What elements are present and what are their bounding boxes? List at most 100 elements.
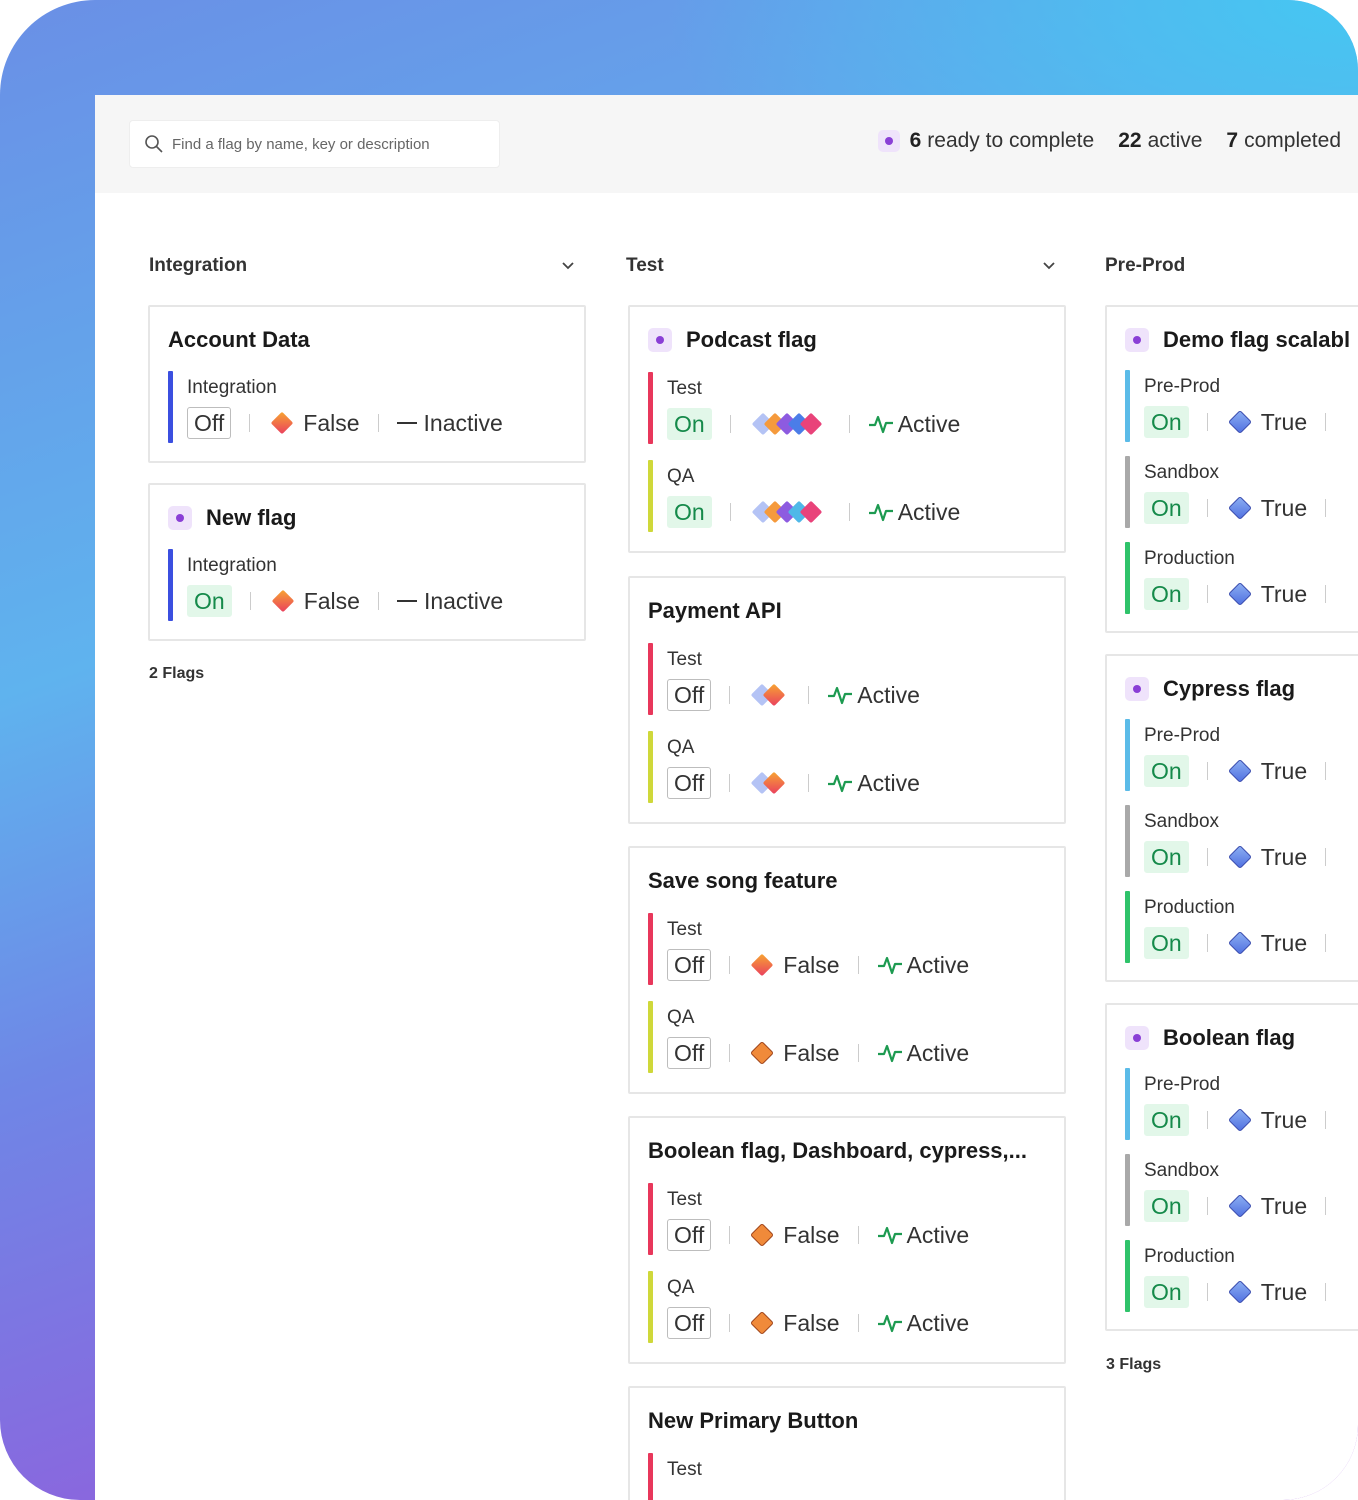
stat-ready[interactable]: 6 ready to complete <box>877 129 1094 153</box>
false-variation-icon <box>751 1042 774 1064</box>
env-qa: QA Off False Active <box>648 1001 1064 1073</box>
toggle-state[interactable]: On <box>1144 492 1189 524</box>
true-variation-icon <box>1228 846 1251 868</box>
chevron-down-icon[interactable] <box>1042 261 1056 271</box>
inactive-dash-icon <box>396 422 417 424</box>
flag-card[interactable]: Boolean flag, Dashboard, cypress,... Tes… <box>628 1116 1066 1364</box>
stat-completed[interactable]: 7 completed <box>1226 129 1341 153</box>
top-bar: 6ready to complete 22active 7completed <box>95 95 1358 193</box>
env-preprod: Pre-Prod On True <box>1125 719 1358 791</box>
multi-variation-icon <box>752 501 822 523</box>
flag-card[interactable]: Cypress flag Pre-Prod On True Sandbox On T… <box>1105 654 1358 982</box>
search-input[interactable] <box>172 135 472 153</box>
env-test: Test Off Active <box>648 643 1064 715</box>
env-sandbox: Sandbox On True <box>1125 456 1358 528</box>
search-icon <box>145 135 163 153</box>
two-variation-icon <box>751 772 785 794</box>
activity-pulse-icon <box>877 1226 902 1245</box>
true-variation-icon <box>1228 760 1251 782</box>
flag-card[interactable]: Save song feature Test Off False Active … <box>628 846 1066 1094</box>
flag-card[interactable]: Boolean flag Pre-Prod On True Sandbox On T… <box>1105 1003 1358 1331</box>
true-variation-icon <box>1228 583 1251 605</box>
false-variation-icon <box>272 590 294 612</box>
flag-card[interactable]: Payment API Test Off Active QA Off Activ… <box>628 576 1066 824</box>
env-sandbox: Sandbox On True <box>1125 805 1358 877</box>
activity-pulse-icon <box>877 1314 902 1333</box>
toggle-state[interactable]: On <box>187 585 232 617</box>
flag-title: New flag <box>206 505 297 530</box>
env-sandbox: Sandbox On True <box>1125 1154 1358 1226</box>
flag-title: Podcast flag <box>686 327 817 352</box>
column-header-integration[interactable]: Integration <box>149 255 575 277</box>
flag-title: Demo flag scalabl <box>1163 327 1351 352</box>
toggle-state[interactable]: On <box>1144 406 1189 438</box>
toggle-state[interactable]: Off <box>667 949 712 981</box>
env-qa: QA Off False Active <box>648 1271 1064 1343</box>
flag-card[interactable]: Account Data Integration Off False Inact… <box>148 305 586 463</box>
ready-dot-icon <box>1125 677 1149 701</box>
activity-pulse-icon <box>877 1044 902 1063</box>
true-variation-icon <box>1228 411 1251 433</box>
stat-active[interactable]: 22 active <box>1118 129 1202 153</box>
ready-dot-icon <box>168 506 192 530</box>
ready-dot-icon <box>1125 328 1149 352</box>
true-variation-icon <box>1228 932 1251 954</box>
true-variation-icon <box>1228 497 1251 519</box>
true-variation-icon <box>1228 1109 1251 1131</box>
activity-pulse-icon <box>868 503 893 522</box>
flag-count: 3 Flags <box>1106 1356 1162 1373</box>
toggle-state[interactable]: On <box>667 408 712 440</box>
true-variation-icon <box>1228 1195 1251 1217</box>
toggle-state[interactable]: Off <box>187 407 232 439</box>
false-variation-icon <box>751 954 773 976</box>
toggle-state[interactable]: Off <box>667 679 712 711</box>
toggle-state[interactable]: On <box>1144 1190 1189 1222</box>
gradient-backdrop: 6ready to complete 22active 7completed I… <box>0 0 1358 1500</box>
activity-pulse-icon <box>868 415 893 434</box>
false-variation-icon <box>271 412 293 434</box>
toggle-state[interactable]: Off <box>667 1219 712 1251</box>
toggle-state[interactable]: On <box>1144 927 1189 959</box>
column-header-test[interactable]: Test <box>626 255 1056 277</box>
toggle-state[interactable]: On <box>667 496 712 528</box>
flag-title: Payment API <box>648 598 782 623</box>
inactive-dash-icon <box>396 600 417 602</box>
toggle-state[interactable]: On <box>1144 1104 1189 1136</box>
toggle-state[interactable]: Off <box>667 1307 712 1339</box>
toggle-state[interactable]: Off <box>667 767 712 799</box>
toggle-state[interactable]: On <box>1144 578 1189 610</box>
flag-title: Account Data <box>168 327 310 352</box>
toggle-state[interactable]: On <box>1144 1276 1189 1308</box>
search-box[interactable] <box>129 120 500 168</box>
flag-card[interactable]: Demo flag scalabl Pre-Prod On True Sandbo… <box>1105 305 1358 633</box>
ready-dot-icon <box>648 328 672 352</box>
flag-title: Cypress flag <box>1163 676 1296 701</box>
flag-stats: 6 ready to complete 22 active 7 completed <box>877 129 1341 153</box>
flag-title: Save song feature <box>648 868 838 893</box>
env-integration: Integration On False Inactive <box>168 549 584 621</box>
toggle-state[interactable]: Off <box>667 1037 712 1069</box>
flag-count: 2 Flags <box>149 665 205 682</box>
flag-board-app: 6ready to complete 22active 7completed I… <box>95 95 1358 1500</box>
env-test: Test Off False Active <box>648 1183 1064 1255</box>
env-test: Test Off False Active <box>648 913 1064 985</box>
env-preprod: Pre-Prod On True <box>1125 370 1358 442</box>
toggle-state[interactable]: On <box>1144 755 1189 787</box>
env-test: Test On Active <box>648 372 1064 444</box>
flag-card[interactable]: Podcast flag Test On Active QA On Active <box>628 305 1066 553</box>
two-variation-icon <box>751 684 785 706</box>
chevron-down-icon[interactable] <box>561 261 575 271</box>
true-variation-icon <box>1228 1281 1251 1303</box>
flag-card[interactable]: New Primary Button Test <box>628 1386 1066 1500</box>
flag-title: Boolean flag, Dashboard, cypress,... <box>648 1138 1027 1163</box>
activity-pulse-icon <box>828 774 853 793</box>
flag-title: New Primary Button <box>648 1408 859 1433</box>
activity-pulse-icon <box>877 956 902 975</box>
flag-card[interactable]: New flag Integration On False Inactive <box>148 483 586 641</box>
column-header-preprod[interactable]: Pre-Prod <box>1105 255 1358 277</box>
flag-title: Boolean flag <box>1163 1025 1296 1050</box>
env-production: Production On True <box>1125 542 1358 614</box>
toggle-state[interactable]: On <box>1144 841 1189 873</box>
false-variation-icon <box>751 1224 774 1246</box>
env-color-bar <box>168 549 173 621</box>
